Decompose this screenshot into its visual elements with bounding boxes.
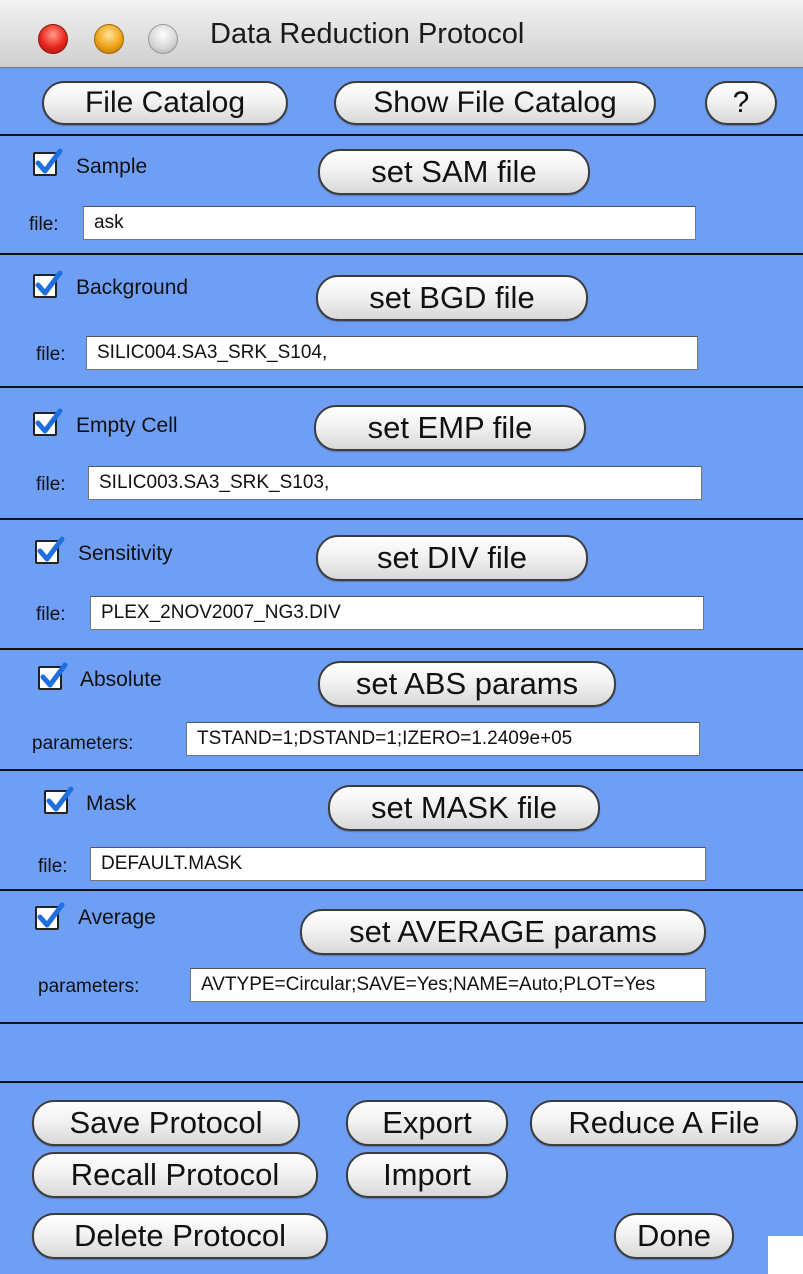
average-parameters-field[interactable]: AVTYPE=Circular;SAVE=Yes;NAME=Auto;PLOT=… [190,968,706,1002]
sensitivity-file-field[interactable]: PLEX_2NOV2007_NG3.DIV [90,596,704,630]
average-label: Average [78,906,156,929]
sample-file-label: file: [29,214,59,235]
separator [0,134,803,136]
help-button[interactable]: ? [705,81,777,125]
empty-cell-file-field[interactable]: SILIC003.SA3_SRK_S103, [88,466,702,500]
absolute-parameters-field[interactable]: TSTAND=1;DSTAND=1;IZERO=1.2409e+05 [186,722,700,756]
set-average-params-button[interactable]: set AVERAGE params [300,909,706,955]
background-file-field[interactable]: SILIC004.SA3_SRK_S104, [86,336,698,370]
checkmark-icon [35,270,63,296]
set-mask-file-button[interactable]: set MASK file [328,785,600,831]
checkmark-icon [37,902,65,928]
background-label: Background [76,276,189,299]
mask-file-label: file: [38,856,68,877]
sample-label: Sample [76,155,148,178]
mask-label: Mask [86,792,137,815]
reduce-a-file-button[interactable]: Reduce A File [530,1100,798,1146]
background-file-label: file: [36,344,66,365]
save-protocol-button[interactable]: Save Protocol [32,1100,300,1146]
file-catalog-button[interactable]: File Catalog [42,81,288,125]
sample-file-field[interactable]: ask [83,206,696,240]
zoom-window-button[interactable] [148,24,178,54]
checkmark-icon [35,408,63,434]
checkmark-icon [46,786,74,812]
mask-checkbox[interactable] [44,786,74,814]
separator [0,253,803,255]
empty-cell-checkbox[interactable] [33,408,63,436]
sensitivity-label: Sensitivity [78,542,173,565]
import-button[interactable]: Import [346,1152,508,1198]
separator [0,889,803,891]
set-sam-file-button[interactable]: set SAM file [318,149,590,195]
checkmark-icon [40,662,68,688]
set-bgd-file-button[interactable]: set BGD file [316,275,588,321]
set-emp-file-button[interactable]: set EMP file [314,405,586,451]
mask-file-field[interactable]: DEFAULT.MASK [90,847,706,881]
sensitivity-file-label: file: [36,604,66,625]
checkmark-icon [37,536,65,562]
absolute-checkbox[interactable] [38,662,68,690]
separator [0,386,803,388]
sensitivity-checkbox[interactable] [35,536,65,564]
recall-protocol-button[interactable]: Recall Protocol [32,1152,318,1198]
checkmark-icon [35,148,63,174]
sample-checkbox[interactable] [33,148,63,176]
separator [0,1022,803,1024]
separator [0,1081,803,1083]
close-window-button[interactable] [38,24,68,54]
background-checkbox[interactable] [33,270,63,298]
average-checkbox[interactable] [35,902,65,930]
protocol-window: Data Reduction Protocol File Catalog Sho… [0,0,803,1274]
set-div-file-button[interactable]: set DIV file [316,535,588,581]
title-bar[interactable]: Data Reduction Protocol [0,0,803,68]
show-file-catalog-button[interactable]: Show File Catalog [334,81,656,125]
done-button[interactable]: Done [614,1213,734,1259]
separator [0,518,803,520]
separator [0,648,803,650]
absolute-parameters-label: parameters: [32,733,134,754]
export-button[interactable]: Export [346,1100,508,1146]
absolute-label: Absolute [80,668,162,691]
set-abs-params-button[interactable]: set ABS params [318,661,616,707]
empty-cell-label: Empty Cell [76,414,178,437]
window-title: Data Reduction Protocol [210,18,525,50]
separator [0,769,803,771]
window-resize-corner[interactable] [768,1236,803,1274]
minimize-window-button[interactable] [94,24,124,54]
empty-cell-file-label: file: [36,474,66,495]
average-parameters-label: parameters: [38,976,140,997]
delete-protocol-button[interactable]: Delete Protocol [32,1213,328,1259]
